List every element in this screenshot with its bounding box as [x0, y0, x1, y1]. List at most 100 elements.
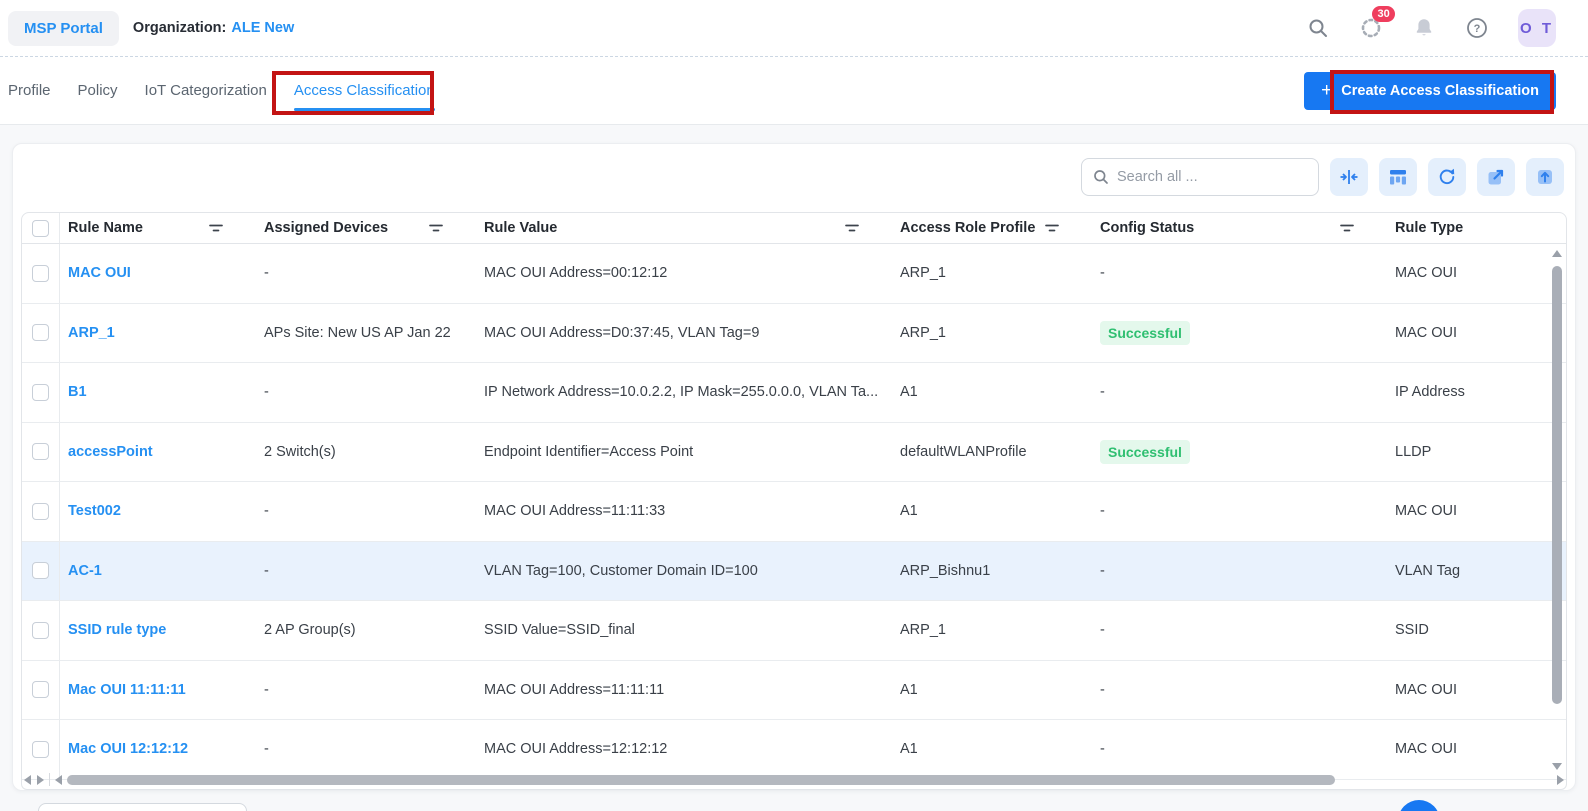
- filter-icon[interactable]: [845, 224, 859, 233]
- refresh-button[interactable]: [1428, 158, 1466, 196]
- svg-text:?: ?: [1474, 23, 1481, 35]
- cell-rule-name: Mac OUI 11:11:11: [60, 661, 256, 720]
- tab-policy[interactable]: Policy: [78, 57, 118, 124]
- cell-assigned-devices: -: [256, 720, 476, 779]
- select-all-checkbox[interactable]: [32, 220, 49, 237]
- rule-name-link[interactable]: B1: [68, 384, 87, 400]
- column-header-rule-type: Rule Type: [1387, 213, 1566, 243]
- row-checkbox[interactable]: [32, 384, 49, 401]
- cell-assigned-devices: -: [256, 542, 476, 601]
- row-checkbox[interactable]: [32, 622, 49, 639]
- cell-rule-name: B1: [60, 363, 256, 422]
- msp-portal-badge[interactable]: MSP Portal: [8, 11, 119, 46]
- rule-name-link[interactable]: MAC OUI: [68, 265, 131, 281]
- create-button-label: Create Access Classification: [1341, 83, 1539, 99]
- column-header-access-role-profile: Access Role Profile: [892, 213, 1092, 243]
- scroll-down-icon[interactable]: [1552, 763, 1562, 770]
- organization-link[interactable]: ALE New: [231, 20, 294, 36]
- rule-name-link[interactable]: SSID rule type: [68, 622, 166, 638]
- tab-access-classification[interactable]: Access Classification: [294, 57, 435, 124]
- select-all-cell: [22, 213, 60, 243]
- row-checkbox-cell: [22, 363, 60, 422]
- bell-icon[interactable]: [1412, 16, 1436, 40]
- top-bar-left: MSP Portal Organization:ALE New: [8, 11, 294, 46]
- rule-name-link[interactable]: Mac OUI 12:12:12: [68, 741, 188, 757]
- cell-assigned-devices: 2 AP Group(s): [256, 601, 476, 660]
- search-icon[interactable]: [1306, 16, 1330, 40]
- vertical-scroll-thumb[interactable]: [1552, 266, 1562, 704]
- scroll-up-icon[interactable]: [1552, 250, 1562, 257]
- expand-button[interactable]: [1477, 158, 1515, 196]
- plus-icon: +: [1321, 81, 1332, 100]
- table-row: AC-1-VLAN Tag=100, Customer Domain ID=10…: [22, 542, 1566, 602]
- cell-rule-value: MAC OUI Address=D0:37:45, VLAN Tag=9: [476, 304, 892, 363]
- export-button[interactable]: [1526, 158, 1564, 196]
- cell-rule-type: IP Address: [1387, 363, 1566, 422]
- cell-access-role-profile: A1: [892, 661, 1092, 720]
- column-header-label: Access Role Profile: [900, 220, 1035, 236]
- row-checkbox[interactable]: [32, 324, 49, 341]
- filter-icon[interactable]: [209, 224, 223, 233]
- rule-name-link[interactable]: AC-1: [68, 563, 102, 579]
- pinned-scroll-left-icon[interactable]: [24, 775, 31, 785]
- column-header-label: Config Status: [1100, 220, 1194, 236]
- row-checkbox[interactable]: [32, 503, 49, 520]
- scrollbar-divider: [49, 773, 50, 786]
- cell-access-role-profile: A1: [892, 363, 1092, 422]
- row-checkbox-cell: [22, 720, 60, 779]
- cell-rule-name: ARP_1: [60, 304, 256, 363]
- horizontal-scroll-thumb[interactable]: [67, 775, 1335, 785]
- cell-rule-value: IP Network Address=10.0.2.2, IP Mask=255…: [476, 363, 892, 422]
- search-input[interactable]: [1117, 169, 1307, 185]
- pinned-scroll-right-icon[interactable]: [37, 775, 44, 785]
- tab-bar: Profile Policy IoT Categorization Access Cl…: [0, 56, 1588, 125]
- table-row: B1 - IP Network Address=10.0.2.2, IP Mask=…: [22, 363, 1566, 423]
- export-icon: [1535, 167, 1555, 187]
- horizontal-scrollbar[interactable]: [24, 773, 1564, 786]
- cell-rule-name: SSID rule type: [60, 601, 256, 660]
- cell-rule-value: MAC OUI Address=12:12:12: [476, 720, 892, 779]
- status-badge: Successful: [1100, 440, 1190, 464]
- vertical-scrollbar[interactable]: [1551, 246, 1563, 772]
- filter-icon[interactable]: [1045, 224, 1059, 233]
- create-access-classification-button[interactable]: + Create Access Classification: [1304, 72, 1556, 110]
- row-checkbox[interactable]: [32, 443, 49, 460]
- content-card: Rule Name Assigned Devices Rule Value Ac…: [12, 143, 1576, 791]
- cell-rule-value: Endpoint Identifier=Access Point: [476, 423, 892, 482]
- row-checkbox[interactable]: [32, 265, 49, 282]
- help-icon[interactable]: ?: [1465, 16, 1489, 40]
- filter-icon[interactable]: [1340, 224, 1354, 233]
- column-header-rule-value: Rule Value: [476, 213, 892, 243]
- user-avatar[interactable]: O T: [1518, 9, 1556, 47]
- fab-button[interactable]: [1398, 800, 1440, 811]
- search-input-icon: [1093, 169, 1109, 185]
- cell-rule-name: Mac OUI 12:12:12: [60, 720, 256, 779]
- rule-name-link[interactable]: Test002: [68, 503, 121, 519]
- row-checkbox[interactable]: [32, 681, 49, 698]
- loading-spinner-icon[interactable]: 30: [1359, 16, 1383, 40]
- scroll-left-icon[interactable]: [55, 775, 62, 785]
- tab-profile[interactable]: Profile: [8, 57, 51, 124]
- rule-name-link[interactable]: Mac OUI 11:11:11: [68, 682, 186, 698]
- row-checkbox-cell: [22, 601, 60, 660]
- collapse-columns-button[interactable]: [1330, 158, 1368, 196]
- rule-name-link[interactable]: ARP_1: [68, 325, 115, 341]
- table-row: Mac OUI 11:11:11-MAC OUI Address=11:11:1…: [22, 661, 1566, 721]
- cell-rule-value: MAC OUI Address=11:11:11: [476, 661, 892, 720]
- cell-rule-value: MAC OUI Address=11:11:33: [476, 482, 892, 541]
- row-checkbox[interactable]: [32, 741, 49, 758]
- column-header-rule-name: Rule Name: [60, 213, 256, 243]
- scroll-right-icon[interactable]: [1557, 775, 1564, 785]
- collapse-columns-icon: [1339, 167, 1359, 187]
- cell-config-status: -: [1092, 542, 1387, 601]
- organization-group: Organization:ALE New: [133, 19, 294, 37]
- page-size-select[interactable]: [38, 803, 247, 811]
- column-settings-button[interactable]: [1379, 158, 1417, 196]
- rule-name-link[interactable]: accessPoint: [68, 444, 153, 460]
- cell-rule-type: MAC OUI: [1387, 244, 1566, 303]
- row-checkbox[interactable]: [32, 562, 49, 579]
- cell-config-status: -: [1092, 363, 1387, 422]
- cell-access-role-profile: A1: [892, 720, 1092, 779]
- filter-icon[interactable]: [429, 224, 443, 233]
- tab-iot-categorization[interactable]: IoT Categorization: [145, 57, 267, 124]
